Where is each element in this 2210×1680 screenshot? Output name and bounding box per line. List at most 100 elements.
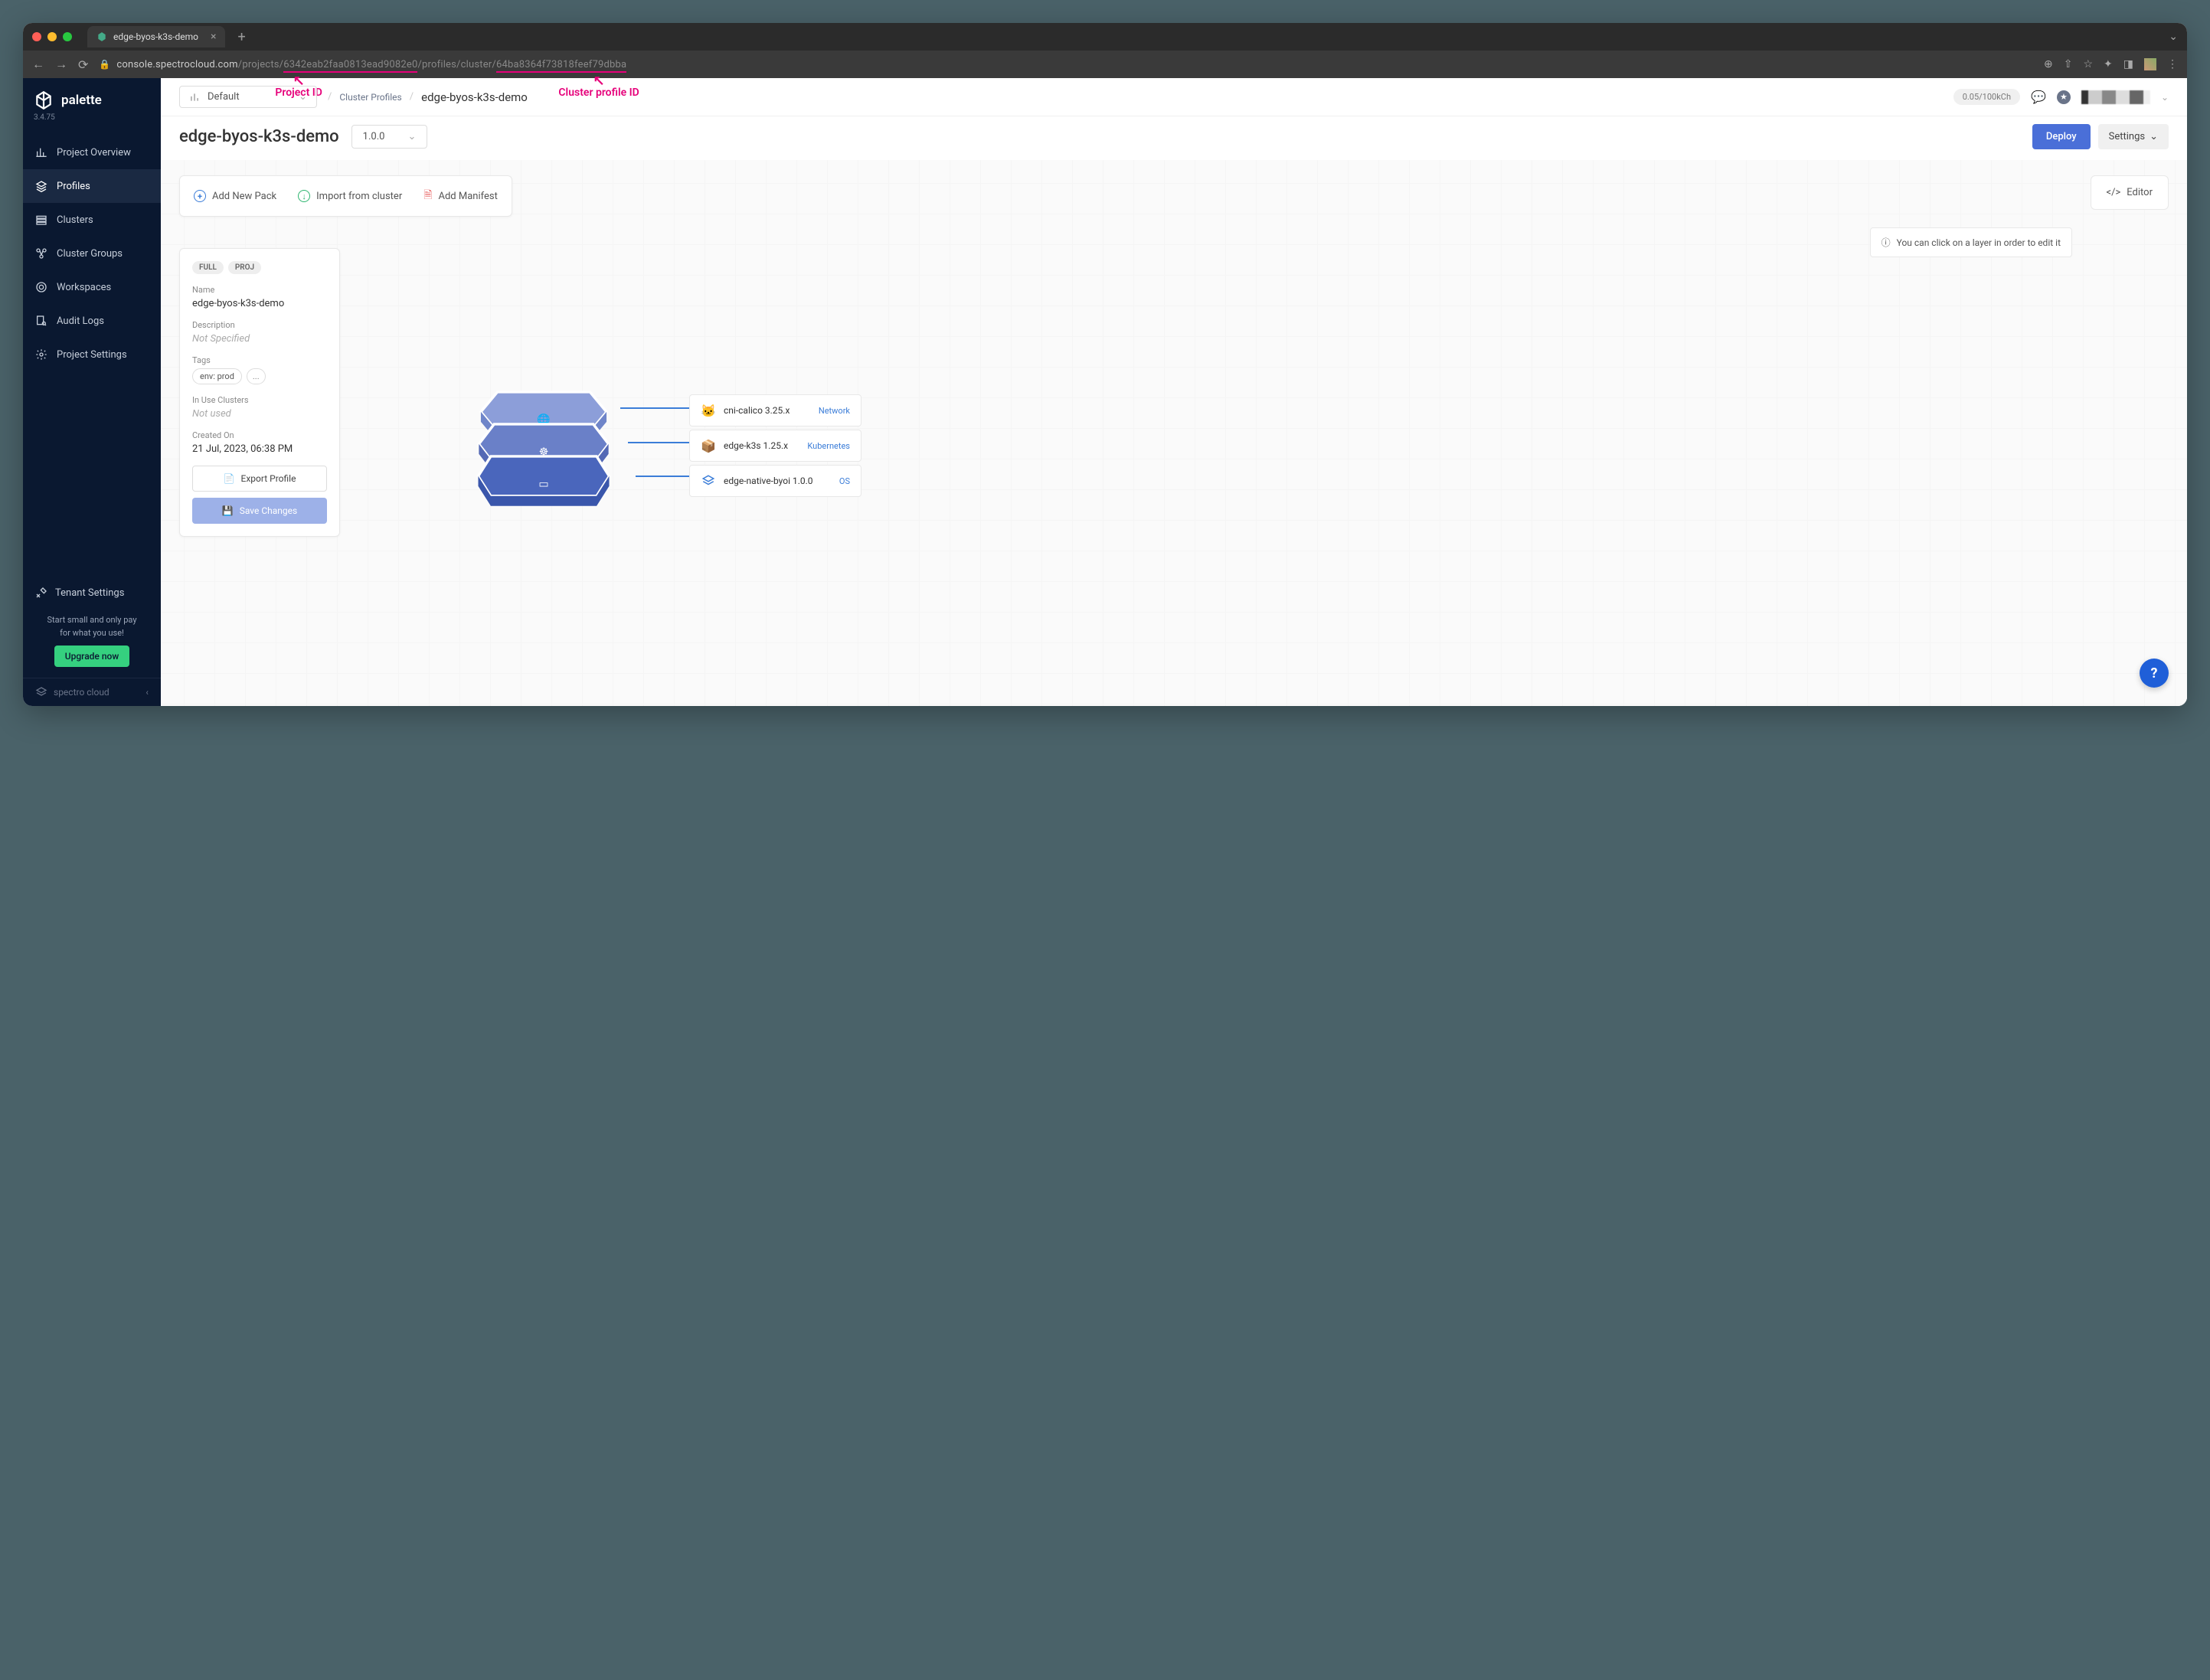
browser-window: edge-byos-k3s-demo × + ⌄ ← → ⟳ 🔒 console… (23, 23, 2187, 706)
chevron-down-icon: ⌄ (2150, 131, 2158, 142)
user-menu-chevron-icon[interactable]: ⌄ (2161, 92, 2169, 103)
close-tab-icon[interactable]: × (211, 31, 216, 43)
profile-details-panel: FULL PROJ Nameedge-byos-k3s-demo Descrip… (179, 248, 340, 537)
profile-canvas: +Add New Pack ↓Import from cluster 🗎Add … (161, 160, 2187, 706)
layer-list: 🐱 cni-calico 3.25.x Network 📦 edge-k3s 1… (689, 394, 861, 497)
page-title: edge-byos-k3s-demo (179, 127, 339, 146)
panel-icon[interactable]: ◨ (2123, 58, 2133, 70)
description-value: Not Specified (192, 333, 327, 345)
sidebar-tenant-settings[interactable]: Tenant Settings (23, 577, 161, 608)
share-icon[interactable]: ⇧ (2064, 58, 2073, 70)
tabs-overflow-icon[interactable]: ⌄ (2169, 31, 2178, 43)
layer-hex-os[interactable]: ▭ (459, 446, 628, 519)
lock-icon: 🔒 (99, 59, 110, 70)
layer-card-network[interactable]: 🐱 cni-calico 3.25.x Network (689, 394, 861, 427)
editor-button[interactable]: </> Editor (2091, 175, 2169, 210)
plus-icon: + (194, 190, 206, 202)
export-icon: 📄 (224, 473, 235, 484)
back-icon[interactable]: ← (32, 57, 44, 72)
browser-tab[interactable]: edge-byos-k3s-demo × (87, 26, 225, 47)
tags-more[interactable]: ... (247, 368, 266, 384)
add-manifest-button[interactable]: 🗎Add Manifest (423, 187, 498, 205)
maximize-window-icon[interactable] (63, 32, 72, 41)
deploy-button[interactable]: Deploy (2032, 124, 2091, 149)
titlebar: edge-byos-k3s-demo × + ⌄ (23, 23, 2187, 51)
sidebar-item-project-overview[interactable]: Project Overview (23, 136, 161, 169)
name-label: Name (192, 285, 327, 295)
export-profile-button[interactable]: 📄Export Profile (192, 466, 327, 492)
project-selector[interactable]: Default ⌄ (179, 86, 317, 108)
app-shell: palette 3.4.75 Project Overview Profiles… (23, 78, 2187, 706)
help-fab[interactable]: ? (2140, 659, 2169, 688)
minimize-window-icon[interactable] (47, 32, 57, 41)
spectro-logo-icon (35, 686, 47, 698)
traffic-lights (32, 32, 72, 41)
sidebar-nav: Project Overview Profiles Clusters Clust… (23, 136, 161, 371)
add-pack-button[interactable]: +Add New Pack (194, 187, 276, 205)
chevron-down-icon: ⌄ (299, 91, 307, 103)
breadcrumb-parent[interactable]: Cluster Profiles (339, 92, 401, 103)
version-selector[interactable]: 1.0.0 ⌄ (351, 125, 428, 149)
palette-logo-icon (34, 90, 54, 110)
info-icon: ⓘ (1881, 236, 1891, 249)
forward-icon[interactable]: → (55, 57, 67, 72)
sidebar-item-cluster-groups[interactable]: Cluster Groups (23, 237, 161, 270)
page-header: edge-byos-k3s-demo 1.0.0 ⌄ Deploy Settin… (161, 116, 2187, 160)
star-icon[interactable]: ★ (2057, 90, 2071, 104)
clusters-icon (35, 214, 47, 226)
sidebar-item-profiles[interactable]: Profiles (23, 169, 161, 203)
new-tab-icon[interactable]: + (237, 29, 245, 45)
promo-text: Start small and only pay for what you us… (23, 608, 161, 678)
connector-line (620, 407, 689, 409)
search-doc-icon (35, 315, 47, 327)
brand-name: palette (61, 93, 102, 108)
address-field[interactable]: 🔒 console.spectrocloud.com/projects/6342… (99, 59, 2033, 70)
pack-toolbar: +Add New Pack ↓Import from cluster 🗎Add … (179, 175, 512, 217)
groups-icon (35, 247, 47, 260)
url-text: console.spectrocloud.com/projects/6342ea… (116, 59, 626, 70)
layer-card-kubernetes[interactable]: 📦 edge-k3s 1.25.x Kubernetes (689, 430, 861, 462)
bar-chart-icon (189, 92, 200, 103)
url-bar: ← → ⟳ 🔒 console.spectrocloud.com/project… (23, 51, 2187, 78)
name-value: edge-byos-k3s-demo (192, 298, 327, 309)
extensions-icon[interactable]: ✦ (2104, 58, 2113, 70)
sidebar-item-audit-logs[interactable]: Audit Logs (23, 304, 161, 338)
inuse-label: In Use Clusters (192, 395, 327, 405)
save-changes-button[interactable]: 💾Save Changes (192, 498, 327, 524)
close-window-icon[interactable] (32, 32, 41, 41)
zoom-icon[interactable]: ⊕ (2044, 58, 2053, 70)
document-icon: 🗎 (423, 187, 432, 205)
sidebar-item-workspaces[interactable]: Workspaces (23, 270, 161, 304)
window-icon: ▭ (538, 478, 548, 490)
bookmark-icon[interactable]: ☆ (2083, 58, 2093, 70)
k3s-icon: 📦 (701, 438, 716, 453)
chart-icon (35, 146, 47, 159)
chevron-down-icon: ⌄ (407, 131, 416, 142)
profile-avatar-icon[interactable] (2144, 58, 2156, 70)
user-avatar[interactable] (2081, 90, 2150, 104)
upgrade-button[interactable]: Upgrade now (54, 646, 129, 667)
sidebar-item-clusters[interactable]: Clusters (23, 203, 161, 237)
chat-icon[interactable]: 💬 (2031, 90, 2046, 104)
chevron-left-icon[interactable]: ‹ (145, 687, 149, 698)
sidebar-item-project-settings[interactable]: Project Settings (23, 338, 161, 371)
settings-button[interactable]: Settings⌄ (2098, 124, 2169, 149)
layer-hint: ⓘ You can click on a layer in order to e… (1870, 227, 2072, 257)
inuse-value: Not used (192, 408, 327, 420)
import-button[interactable]: ↓Import from cluster (298, 187, 402, 205)
layer-card-os[interactable]: edge-native-byoi 1.0.0 OS (689, 465, 861, 497)
badge-proj: PROJ (228, 261, 261, 274)
topbar: Default ⌄ / Cluster Profiles / edge-byos… (161, 78, 2187, 116)
connector-line (636, 476, 689, 477)
sidebar: palette 3.4.75 Project Overview Profiles… (23, 78, 161, 706)
menu-icon[interactable]: ⋮ (2167, 58, 2178, 70)
created-label: Created On (192, 430, 327, 440)
stack-icon (701, 473, 716, 489)
breadcrumb-current: edge-byos-k3s-demo (421, 90, 528, 104)
save-icon: 💾 (222, 505, 234, 516)
tag-env: env: prod (192, 368, 242, 384)
tools-icon (35, 587, 47, 599)
reload-icon[interactable]: ⟳ (78, 57, 88, 72)
sidebar-footer[interactable]: spectro cloud ‹ (23, 678, 161, 706)
created-value: 21 Jul, 2023, 06:38 PM (192, 443, 327, 455)
